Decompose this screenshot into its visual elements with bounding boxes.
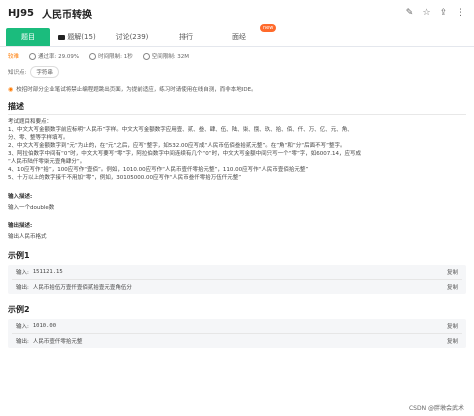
example-2-title: 示例2 — [8, 305, 30, 314]
knowledge-label: 知识点: — [8, 70, 27, 76]
output-desc-text: 输出人民币格式 — [8, 234, 47, 240]
example-1-title: 示例1 — [8, 251, 30, 260]
example-output-label: 输出: — [16, 285, 29, 291]
example-input-value: 1010.00 — [32, 323, 57, 329]
tab-discussion[interactable]: 讨论(239) — [104, 28, 160, 46]
share-icon[interactable]: ⇪ — [438, 8, 449, 19]
time-limit-text: 时间限制: 1秒 — [98, 54, 133, 60]
example-1-box: 输入: 151121.15 复制 输出: 人民币拾伍万壹仟壹佰贰拾壹元壹角伍分 … — [8, 265, 466, 294]
tab-solutions-label: 题解(15) — [67, 33, 96, 41]
memory-icon — [142, 53, 150, 60]
input-desc-text: 输入一个double数 — [8, 205, 55, 211]
tab-ranking[interactable]: 排行 — [164, 28, 208, 46]
example-2-box: 输入: 1010.00 复制 输出: 人民币壹仟零拾元整 复制 — [8, 319, 466, 348]
difficulty-label: 较难 — [8, 54, 20, 60]
copy-button[interactable]: 复制 — [447, 322, 458, 330]
example-output-label: 输出: — [16, 339, 29, 345]
copy-button[interactable]: 复制 — [447, 337, 458, 345]
output-desc-title: 输出描述: — [8, 223, 33, 229]
tab-problem-label: 题目 — [21, 33, 35, 41]
tab-discussion-label: 讨论(239) — [115, 33, 149, 41]
description-line: 1、中文大写金额数字前应标明“人民币”字样。中文大写金额数字应用壹、贰、叁、肆、… — [8, 127, 353, 133]
edit-icon[interactable]: ✎ — [404, 8, 415, 19]
header-actions: ✎ ☆ ⇪ ⋮ — [404, 8, 466, 19]
star-icon[interactable]: ☆ — [421, 8, 432, 19]
example-1-output-row: 输出: 人民币拾伍万壹仟壹佰贰拾壹元壹角伍分 复制 — [8, 280, 466, 294]
example-input-label: 输入: — [16, 270, 29, 276]
example-2-input-row: 输入: 1010.00 复制 — [8, 319, 466, 333]
description-line: 分、零、整等字样填写。 — [8, 135, 69, 141]
copy-button[interactable]: 复制 — [447, 268, 458, 276]
space-limit: 空间限制: 32M — [142, 52, 190, 60]
problem-page: HJ95 人民币转换 ✎ ☆ ⇪ ⋮ 题目 题解(15) 讨论(239) 排行 … — [0, 0, 474, 416]
example-input-label: 输入: — [16, 324, 29, 330]
tab-solutions[interactable]: 题解(15) — [54, 28, 100, 46]
tab-interview[interactable]: 面经 — [212, 28, 266, 46]
check-icon — [29, 53, 37, 60]
example-input-value: 151121.15 — [32, 269, 63, 275]
tab-problem[interactable]: 题目 — [6, 28, 50, 46]
input-desc-title: 输入描述: — [8, 194, 33, 200]
example-1-input-row: 输入: 151121.15 复制 — [8, 265, 466, 279]
knowledge-tag[interactable]: 字符串 — [30, 66, 59, 78]
problem-meta: 较难 通过率: 29.09% 时间限制: 1秒 空间限制: 32M — [0, 47, 474, 65]
example-output-value: 人民币拾伍万壹仟壹佰贰拾壹元壹角伍分 — [32, 285, 132, 291]
description-line: 2、中文大写金额数字到“元”为止的，在“元”之后，应写“整字，如532.00应写… — [8, 143, 346, 149]
tab-ranking-label: 排行 — [179, 33, 193, 41]
problem-tabs: 题目 题解(15) 讨论(239) 排行 面经 new — [0, 24, 474, 47]
description-line: 考试题目和要点： — [8, 119, 53, 125]
divider — [8, 114, 466, 115]
description-line: 3、阿拉伯数字中间有“0”时，中文大写要写“零”字，阿拉伯数字中间连续有几个“0… — [8, 151, 362, 157]
watermark: CSDN @胖墩会武术 — [408, 405, 464, 412]
clock-icon — [89, 53, 97, 60]
description-line: 5、十万以上的数字接千不用加“零”，例如，30105000.00应写作“人民币叁… — [8, 175, 242, 181]
problem-title: 人民币转换 — [42, 9, 93, 21]
video-icon — [58, 34, 66, 40]
warning-icon: ◉ — [8, 85, 14, 93]
pass-rate-text: 通过率: 29.09% — [38, 54, 80, 60]
new-badge: new — [260, 24, 277, 32]
problem-code: HJ95 — [8, 7, 35, 19]
description-body: 考试题目和要点： 1、中文大写金额数字前应标明“人民币”字样。中文大写金额数字应… — [8, 118, 466, 182]
example-2-output-row: 输出: 人民币壹仟零拾元整 复制 — [8, 334, 466, 348]
time-limit: 时间限制: 1秒 — [89, 52, 133, 60]
description-line: 4、10应写作“拾”，100应写作“壹佰”。例如，1010.00应写作“人民币壹… — [8, 167, 309, 173]
tab-interview-label: 面经 — [232, 33, 246, 41]
more-icon[interactable]: ⋮ — [455, 8, 466, 19]
exam-notice: ◉ 校招时部分企业笔试将禁止编程题跳出页面，为提前适应，练习时请使用在线自测，而… — [8, 85, 466, 94]
example-output-value: 人民币壹仟零拾元整 — [32, 339, 83, 345]
copy-button[interactable]: 复制 — [447, 283, 458, 291]
description-title: 描述 — [8, 102, 24, 111]
notice-text: 校招时部分企业笔试将禁止编程题跳出页面，为提前适应，练习时请使用在线自测，而非本… — [16, 87, 257, 93]
description-line: “人民币陆仟零柒元壹角肆分“。 — [8, 159, 86, 165]
knowledge-points: 知识点: 字符串 — [0, 65, 474, 79]
pass-rate: 通过率: 29.09% — [29, 52, 79, 60]
problem-header: HJ95 人民币转换 ✎ ☆ ⇪ ⋮ — [0, 0, 474, 26]
space-limit-text: 空间限制: 32M — [151, 54, 190, 60]
